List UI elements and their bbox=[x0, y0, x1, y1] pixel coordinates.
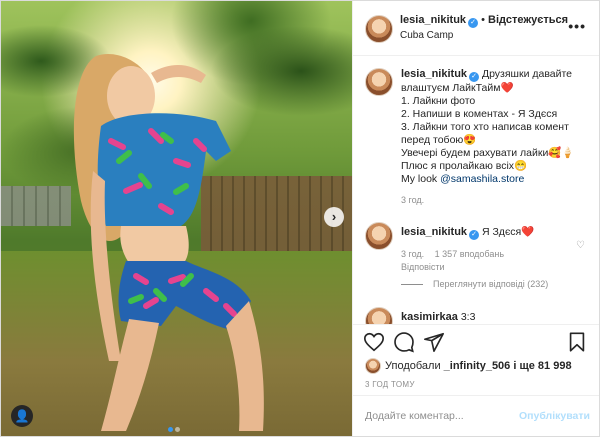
post-side-panel: lesia_nikituk ✓ • Відстежується Cuba Camp… bbox=[352, 1, 599, 436]
comment-like-heart-icon[interactable]: ♡ bbox=[576, 239, 585, 252]
comment-avatar[interactable] bbox=[365, 222, 393, 250]
caption-line: 3. Лайкни того хто написав комент bbox=[401, 121, 569, 133]
comment-item: lesia_nikituk ✓ Я Здєся❤️ 3 год. 1 357 вп… bbox=[365, 222, 593, 274]
comment-username[interactable]: lesia_nikituk bbox=[401, 226, 467, 238]
post-actions: Уподобали _infinity_506 і ще 81 998 3 ГО… bbox=[353, 324, 599, 436]
verified-badge-icon: ✓ bbox=[469, 72, 480, 82]
caption-line: 1. Лайкни фото bbox=[401, 95, 476, 107]
add-comment-bar: Додайте коментар... Опублікувати bbox=[353, 395, 599, 436]
caption-line: Увечері будем рахувати лайки🥰🍦 bbox=[401, 147, 575, 159]
location-link[interactable]: Cuba Camp bbox=[400, 30, 453, 41]
caption-line: Друзяшки давайте bbox=[481, 68, 573, 80]
author-username[interactable]: lesia_nikituk bbox=[400, 14, 466, 26]
post-photo[interactable]: › 👤 bbox=[1, 1, 352, 436]
heart-icon[interactable] bbox=[363, 331, 385, 353]
likes-count-link[interactable]: і ще 81 998 bbox=[513, 360, 571, 372]
view-replies-button[interactable]: Переглянути відповіді (232) bbox=[401, 279, 548, 289]
caption-time: 3 год. bbox=[401, 195, 425, 205]
comment-text: 3:3 bbox=[460, 311, 476, 323]
liker-username[interactable]: _infinity_506 bbox=[444, 360, 511, 372]
more-options-icon[interactable]: ••• bbox=[568, 18, 586, 34]
caption-line: перед тобою😍 bbox=[401, 134, 477, 146]
reply-button[interactable]: Відповісти bbox=[401, 262, 445, 272]
comment-likes-link[interactable]: 1 357 вподобань bbox=[435, 249, 504, 259]
comment-text: Я Здєся❤️ bbox=[481, 226, 535, 238]
user-tag-icon[interactable]: 👤 bbox=[11, 405, 33, 427]
comments-section: lesia_nikituk ✓ Друзяшки давайте влаштуєм… bbox=[353, 56, 599, 324]
verified-badge-icon: ✓ bbox=[468, 18, 479, 28]
caption-line: влаштуєм ЛайкТайм❤️ bbox=[401, 82, 514, 94]
comment-avatar[interactable] bbox=[365, 307, 393, 324]
share-icon[interactable] bbox=[423, 331, 445, 353]
likes-summary: Уподобали _infinity_506 і ще 81 998 bbox=[365, 358, 572, 374]
instagram-post: › 👤 lesia_nikituk ✓ • Відстежується Cuba … bbox=[0, 0, 600, 437]
post-timestamp: 3 ГОД ТОМУ bbox=[365, 380, 415, 389]
next-photo-button[interactable]: › bbox=[324, 207, 344, 227]
caption-username[interactable]: lesia_nikituk bbox=[401, 68, 467, 80]
author-avatar[interactable] bbox=[365, 15, 393, 43]
verified-badge-icon: ✓ bbox=[469, 230, 480, 240]
publish-button[interactable]: Опублікувати bbox=[519, 410, 590, 422]
caption-avatar[interactable] bbox=[365, 68, 393, 96]
bookmark-icon[interactable] bbox=[566, 331, 588, 353]
caption-line: 2. Напиши в коментах - Я Здєся bbox=[401, 108, 558, 120]
comment-time: 3 год. bbox=[401, 249, 425, 259]
carousel-dot bbox=[175, 427, 180, 432]
comment-icon[interactable] bbox=[393, 331, 415, 353]
follow-status-button[interactable]: Відстежується bbox=[488, 14, 568, 26]
comment-item: kasimirkaa 3:3 ♡ bbox=[365, 307, 593, 324]
post-header: lesia_nikituk ✓ • Відстежується Cuba Camp… bbox=[353, 1, 599, 56]
carousel-indicator bbox=[167, 419, 181, 432]
caption: lesia_nikituk ✓ Друзяшки давайте влаштуєм… bbox=[365, 68, 593, 207]
comment-username[interactable]: kasimirkaa bbox=[401, 311, 458, 323]
caption-line: Плюс я пролайкаю всіх😁 bbox=[401, 160, 528, 172]
liker-avatar[interactable] bbox=[365, 358, 381, 374]
photo-subject bbox=[73, 53, 264, 431]
add-comment-input[interactable]: Додайте коментар... bbox=[365, 410, 464, 422]
carousel-dot bbox=[168, 427, 173, 432]
caption-mention-link[interactable]: @samashila.store bbox=[440, 173, 524, 185]
